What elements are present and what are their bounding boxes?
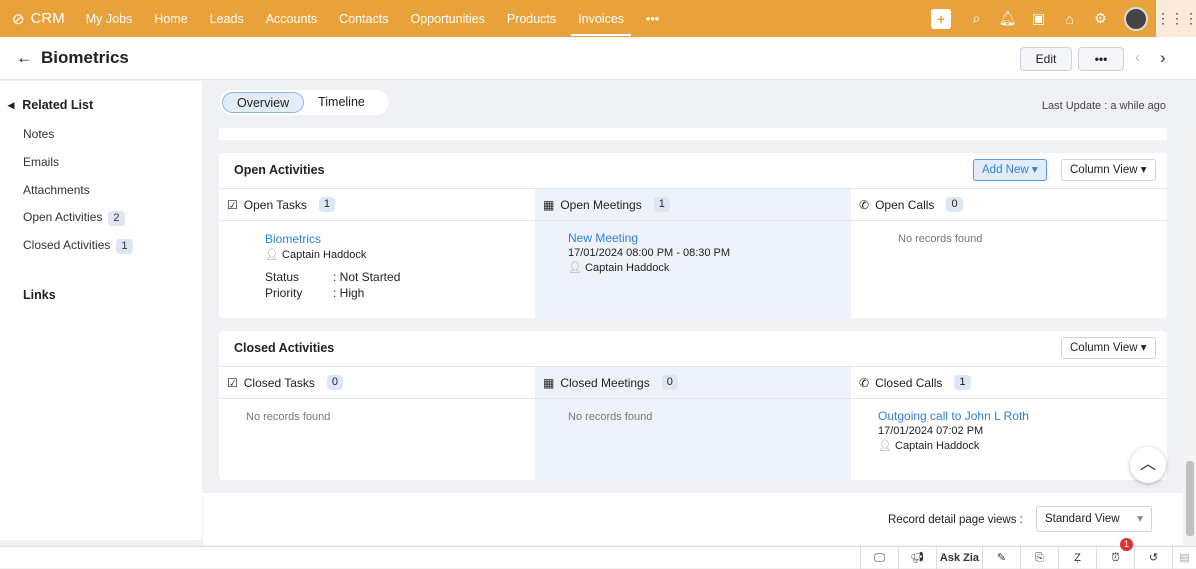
more-actions-button[interactable]: •••: [1078, 47, 1124, 71]
open-calls-column: ✆ Open Calls 0 No records found: [851, 188, 1167, 318]
gear-icon[interactable]: ⚙: [1085, 10, 1116, 27]
phone-icon: ✆: [859, 375, 870, 390]
feedback-icon[interactable]: ▤: [1172, 547, 1196, 569]
user-icon: 👤︎: [568, 262, 582, 274]
page-title: Biometrics: [41, 48, 129, 67]
screen-share-icon[interactable]: 🖵︎: [860, 547, 898, 569]
count-badge: 1: [653, 197, 670, 212]
recent-history-icon[interactable]: ↺: [1134, 547, 1172, 569]
count-badge: 0: [946, 197, 963, 212]
calendar-icon: ▦: [543, 197, 555, 212]
tab-overview[interactable]: Overview: [222, 92, 305, 113]
apps-grid-icon[interactable]: ⋮⋮⋮: [1156, 0, 1196, 37]
crm-logo[interactable]: ⊘ CRM: [12, 10, 65, 28]
notification-badge: 1: [1120, 538, 1133, 551]
count-badge: 0: [661, 375, 678, 390]
record-header: ← Biometrics Edit ••• ‹ ›: [0, 37, 1196, 80]
call-link[interactable]: Outgoing call to John L Roth: [878, 409, 1167, 424]
next-record-icon[interactable]: ›: [1160, 48, 1166, 68]
count-badge: 1: [318, 197, 336, 212]
column-view-select[interactable]: Column View ▾: [1061, 337, 1156, 359]
sidebar-item-open-activities[interactable]: Open Activities 2: [23, 210, 125, 226]
task-check-icon: ☑: [227, 375, 238, 390]
calendar-icon[interactable]: ▣: [1023, 10, 1054, 27]
sidebar-item-closed-activities[interactable]: Closed Activities 1: [23, 238, 133, 254]
page-view-select[interactable]: Standard View ▾: [1036, 506, 1152, 532]
user-icon: 👤︎: [265, 249, 279, 261]
scrollbar[interactable]: [1183, 128, 1196, 545]
last-update: Last Update : a while ago: [1041, 100, 1166, 112]
bell-icon[interactable]: 🔔︎: [992, 10, 1023, 27]
open-activities-card: Open Activities Add New ▾ Column View ▾ …: [219, 153, 1167, 318]
scrollbar-thumb[interactable]: [1186, 461, 1194, 536]
task-link[interactable]: Biometrics: [265, 231, 535, 247]
zia-translate-icon[interactable]: Ẓ: [1058, 547, 1096, 569]
open-meetings-column: ▦ Open Meetings 1 New Meeting 17/01/2024 0…: [535, 188, 851, 318]
count-badge: 0: [326, 375, 344, 390]
sidebar-item-attachments[interactable]: Attachments: [23, 183, 90, 197]
calendar-icon: ▦: [543, 375, 555, 390]
sidebar-links[interactable]: Links: [23, 288, 56, 302]
analytics-icon[interactable]: ✎: [982, 547, 1020, 569]
bottom-toolbar: 🖵︎ 📢︎ Ask Zia ✎ ⎘ Ẓ ⏰︎ 1 ↺ ▤: [0, 538, 1196, 569]
related-list-heading[interactable]: ◂ Related List: [8, 97, 93, 112]
search-icon[interactable]: ⌕: [961, 10, 992, 27]
nav-invoices[interactable]: Invoices: [567, 0, 635, 37]
closed-tasks-column: ☑ Closed Tasks 0 No records found: [219, 366, 535, 480]
nav-contacts[interactable]: Contacts: [328, 0, 399, 37]
edit-button[interactable]: Edit: [1020, 47, 1072, 71]
task-check-icon: ☑: [227, 197, 238, 212]
tab-timeline[interactable]: Timeline: [304, 92, 379, 113]
closed-calls-column: ✆ Closed Calls 1 Outgoing call to John L R…: [851, 366, 1167, 480]
section-title: Open Activities: [234, 163, 325, 177]
back-arrow-icon[interactable]: ←: [16, 48, 33, 67]
empty-state: No records found: [898, 233, 983, 245]
sidebar: ◂ Related List Notes Emails Attachments O…: [0, 81, 202, 540]
column-view-select[interactable]: Column View ▾: [1061, 159, 1156, 181]
card-edge: [219, 128, 1167, 140]
count-badge: 1: [954, 375, 971, 390]
nav-accounts[interactable]: Accounts: [255, 0, 328, 37]
page-footer: Record detail page views : Standard View…: [203, 493, 1183, 545]
ask-zia-button[interactable]: Ask Zia: [936, 547, 982, 569]
view-tabs: Overview Timeline: [220, 90, 389, 115]
empty-state: No records found: [246, 411, 331, 423]
alarm-clock-icon[interactable]: ⏰︎ 1: [1096, 538, 1134, 569]
notes-icon[interactable]: ⎘: [1020, 547, 1058, 569]
collapse-icon: ◂: [8, 98, 15, 112]
nav-leads[interactable]: Leads: [199, 0, 255, 37]
top-nav-bar: ⊘ CRM My Jobs Home Leads Accounts Contact…: [0, 0, 1196, 37]
marketplace-icon[interactable]: ⌂: [1054, 11, 1085, 27]
announcement-icon[interactable]: 📢︎: [898, 547, 936, 569]
nav-more[interactable]: •••: [635, 0, 670, 37]
user-icon: 👤︎: [878, 440, 892, 452]
page-view-label: Record detail page views :: [888, 514, 1023, 526]
scroll-to-top-button[interactable]: ︿: [1130, 447, 1166, 483]
sidebar-item-notes[interactable]: Notes: [23, 127, 54, 141]
add-new-button[interactable]: Add New ▾: [973, 159, 1047, 181]
phone-icon: ✆: [859, 197, 870, 212]
nav-home[interactable]: Home: [143, 0, 198, 37]
nav-my-jobs[interactable]: My Jobs: [75, 0, 144, 37]
open-tasks-column: ☑ Open Tasks 1 Biometrics 👤︎ Captain Haddo…: [219, 188, 535, 318]
nav-products[interactable]: Products: [496, 0, 567, 37]
count-badge: 1: [116, 239, 133, 254]
closed-meetings-column: ▦ Closed Meetings 0 No records found: [535, 366, 851, 480]
avatar[interactable]: [1124, 6, 1148, 31]
closed-activities-card: Closed Activities Column View ▾ ☑ Closed …: [219, 331, 1167, 480]
nav-opportunities[interactable]: Opportunities: [399, 0, 495, 37]
logo-icon: ⊘: [12, 10, 25, 28]
section-title: Closed Activities: [234, 341, 335, 355]
meeting-link[interactable]: New Meeting: [568, 231, 851, 246]
empty-state: No records found: [568, 411, 653, 423]
count-badge: 2: [108, 211, 125, 226]
previous-record-icon[interactable]: ‹: [1135, 49, 1140, 66]
sidebar-item-emails[interactable]: Emails: [23, 155, 59, 169]
create-plus-icon[interactable]: +: [931, 8, 951, 29]
